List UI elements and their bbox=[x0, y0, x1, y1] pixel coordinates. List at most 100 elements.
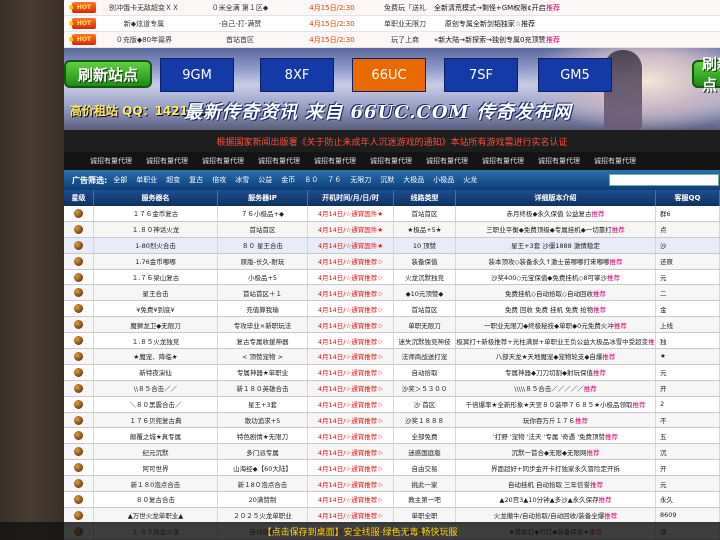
server-name-link[interactable]: ▲万世火龙单职业▲ bbox=[94, 507, 218, 523]
featured-name[interactable]: 别冲饿卡无敌超变ＸＸ bbox=[96, 3, 192, 13]
recommend-link[interactable]: 推荐 bbox=[614, 320, 627, 330]
description-cell[interactable]: 玩你吞万斤１７６ 推荐 bbox=[456, 412, 656, 428]
table-row[interactable]: 阿可世界 山海经◆【60大陆】 4月14日/☆通宵推荐☆ 自由交易 界面超好+同步金开卡… bbox=[64, 460, 720, 477]
description-cell[interactable]: 沉默一首合◆无限◆无限网 推荐 bbox=[456, 444, 656, 460]
recommend-link[interactable]: 推荐 bbox=[593, 288, 606, 298]
filter-option[interactable]: 小极品 bbox=[433, 175, 454, 185]
description-cell[interactable]: 星王+3套 沙僵1888 激情稳定 bbox=[456, 237, 656, 253]
description-text[interactable]: 终极冥打+新极推荐+光柱满屏+单职业王负公益大极品冰雪中受超变 bbox=[456, 336, 648, 346]
server-name-link[interactable]: １.７６梁山复古 bbox=[94, 269, 218, 285]
table-row[interactable]: ★魔宠、降临★ < 顶赞宠物 >4月14日/☆通宵推荐☆ 法师商战送打宠 八部天龙★天… bbox=[64, 349, 720, 365]
table-row[interactable]: ¥免费¥到底¥ 充值算我输 4月14日/☆通宵推荐☆ 首站首区 免费 回收 免费 挂机 … bbox=[64, 301, 720, 318]
table-row[interactable]: 颠覆之城★真专属 特色剧情★无限刀 4月14日/☆通宵推荐☆ 全部免费 '打野 '宠物 … bbox=[64, 428, 720, 445]
agent-ad-link[interactable]: 诚招有量代理 bbox=[482, 156, 538, 166]
service-qq[interactable]: 五 bbox=[656, 428, 720, 444]
recommend-link[interactable]: 推荐 bbox=[612, 224, 625, 234]
description-text[interactable]: 一职业无限刀◆终极秘技◆单职◆0元免费火冲 bbox=[484, 320, 614, 330]
recommend-link[interactable]: 推荐 bbox=[593, 367, 606, 377]
featured-recommend[interactable]: 推荐 bbox=[546, 3, 606, 13]
agent-ad-link[interactable]: 诚招有量代理 bbox=[258, 156, 314, 166]
description-text[interactable]: 专属神器◆刀刀切割◆射玩保值 bbox=[505, 367, 593, 377]
recommend-link[interactable]: 推荐 bbox=[602, 351, 615, 361]
table-row[interactable]: １.７６梁山复古 小极品+5 4月14日/☆通宵推荐☆ 火龙沉默独竞 沙奖400◇元宝保… bbox=[64, 269, 720, 286]
table-row[interactable]: １.８０神话火龙 首站首区 4月14日/☆通宵固件★ ★极品+5★ 三职业平衡◆免费顶级… bbox=[64, 221, 720, 238]
service-qq[interactable]: 群6 bbox=[656, 206, 720, 221]
table-row[interactable]: １７６金币复古 ７６小极品+◆ 4月14日/☆通宵固件★ 首站首区 赤月终极◆永久保值 … bbox=[64, 206, 720, 222]
filter-option[interactable]: ８０ bbox=[304, 175, 318, 185]
server-name-link[interactable]: １.８５火龙独竞 bbox=[94, 333, 218, 349]
description-cell[interactable]: 八部天龙★天地魔宠◆宠物轮支◆自爆 推荐 bbox=[456, 349, 656, 364]
service-qq[interactable]: 还原 bbox=[656, 253, 720, 269]
description-text[interactable]: 八部天龙★天地魔宠◆宠物轮支◆自爆 bbox=[496, 351, 603, 361]
description-cell[interactable]: \\\\\８５合击／／／／／ 推荐 bbox=[456, 380, 656, 396]
service-qq[interactable]: 上线 bbox=[656, 317, 720, 333]
description-text[interactable]: 三职业平衡◆免费顶级◆专属挂机◆一切靠打 bbox=[486, 224, 612, 234]
recommend-link[interactable]: 推荐 bbox=[648, 336, 655, 346]
description-cell[interactable]: 一职业无限刀◆终极秘技◆单职◆0元免费火冲 推荐 bbox=[456, 317, 656, 333]
filter-option[interactable]: 单职业 bbox=[136, 175, 157, 185]
site-link-gm5[interactable]: GM5 bbox=[538, 58, 612, 92]
agent-ad-link[interactable]: 诚招有量代理 bbox=[370, 156, 426, 166]
description-cell[interactable]: '打野 '宠物 '法天 '专属 '奇遇 '免费顶赞 推荐 bbox=[456, 428, 656, 444]
description-text[interactable]: 免费挂机◇自动拾取◇自动回收 bbox=[505, 288, 593, 298]
service-qq[interactable]: 元 bbox=[656, 364, 720, 380]
description-text[interactable]: 玩你吞万斤１７６ bbox=[523, 415, 575, 425]
description-text[interactable]: 装本顶攻◇装备永久↑激士苗哪嘟打来嘟嘟 bbox=[489, 256, 610, 266]
service-qq[interactable]: 永久 bbox=[656, 492, 720, 507]
filter-option[interactable]: 金币 bbox=[281, 175, 295, 185]
server-name-link[interactable]: 新特夜演仙 bbox=[94, 364, 218, 380]
filter-option[interactable]: ７６ bbox=[327, 175, 341, 185]
server-name-link[interactable]: 阿可世界 bbox=[94, 460, 218, 476]
featured-name[interactable]: ０充版◆80年篇界 bbox=[96, 35, 192, 45]
featured-name[interactable]: 新◆炫道专属 bbox=[96, 19, 192, 29]
service-qq[interactable]: 点 bbox=[656, 221, 720, 237]
description-cell[interactable]: ▲20宫3▲10分钟▲多沙▲永久保存 推荐 bbox=[456, 492, 656, 507]
filter-option[interactable]: 冰雪 bbox=[235, 175, 249, 185]
service-qq[interactable]: 元 bbox=[656, 476, 720, 492]
site-link-7sf[interactable]: 7SF bbox=[444, 58, 518, 92]
recommend-link[interactable]: 推荐 bbox=[604, 510, 617, 520]
recommend-link[interactable]: 推荐 bbox=[592, 208, 605, 218]
table-row[interactable]: １.８５火龙独竞 复古专属收援神器 4月14日/☆通宵推荐☆ 迷失沉默独竞神技 终极冥打… bbox=[64, 333, 720, 350]
description-cell[interactable]: 装本顶攻◇装备永久↑激士苗哪嘟打来嘟嘟 推荐 bbox=[456, 253, 656, 269]
agent-ad-link[interactable]: 诚招有量代理 bbox=[146, 156, 202, 166]
agent-ad-link[interactable]: 诚招有量代理 bbox=[314, 156, 370, 166]
table-row[interactable]: 1-80烈火合击 ８０ 星王合击 4月14日/☆通宵固件★ 10 顶赞 星王+3套 沙僵… bbox=[64, 237, 720, 254]
site-link-8xf[interactable]: 8XF bbox=[260, 58, 334, 92]
description-cell[interactable]: 千倍爆率★全新形象★天罡８０装甲７６８５★小极品领取 推荐 bbox=[456, 396, 656, 412]
server-name-link[interactable]: ★魔宠、降临★ bbox=[94, 349, 218, 364]
description-text[interactable]: 星王+3套 沙僵1888 激情稳定 bbox=[511, 240, 600, 250]
recommend-link[interactable]: 推荐 bbox=[607, 272, 620, 282]
table-row[interactable]: 新１８0泡点合击 新１8０泡点合击 4月14日/☆通宵推荐☆ 挑此一家 自动挂机 自动拾… bbox=[64, 476, 720, 493]
description-cell[interactable]: 界面超好+同步金开卡打独家永久冒险定开拆 bbox=[456, 460, 656, 476]
featured-recommend[interactable]: 推荐 bbox=[546, 35, 606, 45]
server-name-link[interactable]: ＼８０黑震合击／ bbox=[94, 396, 218, 412]
service-qq[interactable]: 开 bbox=[656, 380, 720, 396]
agent-ad-link[interactable]: 诚招有量代理 bbox=[202, 156, 258, 166]
refresh-sites-button-right[interactable]: 刷新站点 bbox=[692, 55, 720, 94]
recommend-link[interactable]: 推荐 bbox=[599, 494, 612, 504]
server-name-link[interactable]: １７６贝兜复古典 bbox=[94, 412, 218, 428]
server-name-link[interactable]: 颠覆之城★真专属 bbox=[94, 428, 218, 444]
description-text[interactable]: '打野 '宠物 '法天 '专属 '奇遇 '免费顶赞 bbox=[493, 431, 605, 441]
recommend-link[interactable]: 推荐 bbox=[605, 431, 618, 441]
description-text[interactable]: 沙奖400◇元宝保值◆免费挂机◇8可掌沙 bbox=[491, 272, 607, 282]
description-cell[interactable]: 沙奖400◇元宝保值◆免费挂机◇8可掌沙 推荐 bbox=[456, 269, 656, 285]
agent-ad-link[interactable]: 诚招有量代理 bbox=[594, 156, 650, 166]
server-name-link[interactable]: 纪元沉默 bbox=[94, 444, 218, 460]
filter-option[interactable]: 公益 bbox=[258, 175, 272, 185]
description-cell[interactable]: 赤月终极◆永久保值 公益复古 推荐 bbox=[456, 206, 656, 221]
recommend-link[interactable]: 推荐 bbox=[593, 304, 606, 314]
description-cell[interactable]: 终极冥打+新极推荐+光柱满屏+单职业王负公益大极品冰雪中受超变推荐 bbox=[456, 333, 656, 349]
server-name-link[interactable]: ８０复古合击 bbox=[94, 492, 218, 507]
save-to-desktop-bar[interactable]: 【点击保存到桌面】安全线服·绿色无毒·畅快玩服 bbox=[0, 522, 720, 540]
service-qq[interactable]: 二 bbox=[656, 285, 720, 301]
description-cell[interactable]: 专属神器◆刀刀切割◆射玩保值 推荐 bbox=[456, 364, 656, 380]
description-cell[interactable]: 三职业平衡◆免费顶级◆专属挂机◆一切靠打 推荐 bbox=[456, 221, 656, 237]
recommend-link[interactable]: 推荐 bbox=[584, 383, 597, 393]
search-input[interactable] bbox=[609, 174, 719, 186]
recommend-link[interactable]: 推荐 bbox=[609, 256, 622, 266]
description-cell[interactable]: 自动挂机 自动拾取 三年信誉 推荐 bbox=[456, 476, 656, 492]
table-row[interactable]: 魔狮龙卫◆无限刀 专攻毕业×新职玩法 4月14日/☆通宵推荐☆ 单职无限刀 一职业无限刀… bbox=[64, 317, 720, 334]
table-row[interactable]: 星王合击 首站首区＋１ 4月14日/☆通宵推荐☆ ◆10元顶赞◆ 免费挂机◇自动拾取◇自… bbox=[64, 285, 720, 302]
